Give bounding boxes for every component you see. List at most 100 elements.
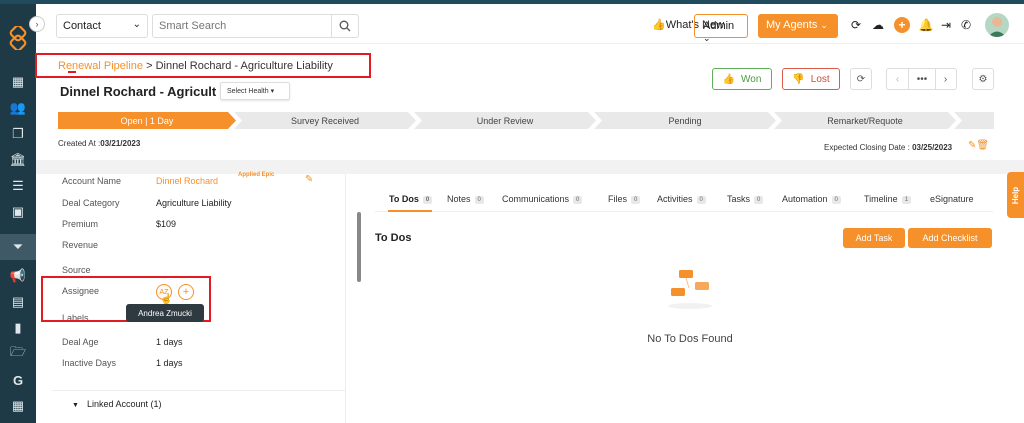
select-health-dropdown[interactable]: Select Health ▾ <box>220 82 290 100</box>
google-icon[interactable]: G <box>8 370 28 390</box>
search-button[interactable] <box>331 14 359 38</box>
tab-label: To Dos <box>389 194 419 204</box>
tab-label: Communications <box>502 194 570 204</box>
admin-select[interactable]: Admin ⌄ <box>694 14 748 43</box>
pipeline-stage-next[interactable] <box>954 112 994 129</box>
tab-label: Automation <box>782 194 828 204</box>
applied-epic-logo: Applied Epic <box>238 172 275 178</box>
pipeline-filter-icon[interactable]: ⏷ <box>0 234 36 260</box>
empty-state-text: No To Dos Found <box>647 333 733 345</box>
created-at: Created At :03/21/2023 <box>58 139 140 148</box>
panel-scrollbar[interactable] <box>357 212 361 282</box>
context-select[interactable]: Contact ⌄ <box>56 14 148 38</box>
tab-timeline[interactable]: Timeline 1 <box>864 194 912 204</box>
section-divider <box>36 160 1024 174</box>
user-avatar[interactable] <box>985 13 1009 37</box>
edit-pencil-icon[interactable]: ✎ <box>305 174 313 185</box>
tab-label: Timeline <box>864 194 898 204</box>
pipeline-stage-open[interactable]: Open | 1 Day <box>58 112 236 129</box>
tab-label: Notes <box>447 194 471 204</box>
tab-activities[interactable]: Activities 0 <box>657 194 706 204</box>
pipeline-stages: Open | 1 Day Survey Received Under Revie… <box>58 112 994 129</box>
caret-down-icon: ▼ <box>72 402 79 409</box>
inactive-days-value: 1 days <box>156 358 183 368</box>
notification-bell-icon[interactable]: 🔔 <box>918 17 934 33</box>
tab-notes[interactable]: Notes 0 <box>447 194 484 204</box>
deal-category-label: Deal Category <box>62 198 120 208</box>
tab-label: Tasks <box>727 194 751 204</box>
chevron-down-icon: ▾ <box>270 88 275 95</box>
help-label: Help <box>1011 186 1020 204</box>
reports-icon[interactable]: ▮ <box>8 318 28 338</box>
empty-state-illustration-icon <box>668 270 712 309</box>
lost-button[interactable]: 👎 Lost <box>782 68 840 90</box>
dashboard-icon[interactable]: ▦ <box>8 72 28 92</box>
deal-category-value: Agriculture Liability <box>156 198 232 208</box>
sync-icon[interactable]: ⟳ <box>848 17 864 33</box>
more-options-button[interactable]: ••• <box>908 68 936 90</box>
expected-closing-date: Expected Closing Date : 03/25/2023 <box>824 143 952 152</box>
tab-files[interactable]: Files 0 <box>608 194 641 204</box>
institution-icon[interactable]: 🏛 <box>8 150 28 170</box>
pipeline-stage-remarket-requote[interactable]: Remarket/Requote <box>774 112 956 129</box>
contacts-icon[interactable]: 👥 <box>8 98 28 118</box>
tab-tasks[interactable]: Tasks 0 <box>727 194 764 204</box>
settings-button[interactable]: ⚙ <box>972 68 994 90</box>
chevron-down-icon: ⌄ <box>132 19 141 30</box>
documents-icon[interactable]: ❐ <box>8 124 28 144</box>
tab-count: 0 <box>474 195 484 204</box>
pipeline-stage-survey-received[interactable]: Survey Received <box>234 112 416 129</box>
smart-search-input[interactable] <box>152 14 332 38</box>
todos-section-title: To Dos <box>375 232 412 244</box>
notes-icon[interactable]: ▤ <box>8 292 28 312</box>
quick-add-plus-icon[interactable]: + <box>894 17 910 33</box>
next-button[interactable]: › <box>935 68 957 90</box>
more-dots-icon: ••• <box>916 73 928 85</box>
breadcrumb-separator: > <box>146 60 153 72</box>
pipeline-stage-pending[interactable]: Pending <box>594 112 776 129</box>
lost-label: Lost <box>810 73 830 85</box>
sidebar-collapse-chevron-icon[interactable]: › <box>29 16 45 32</box>
thumbs-down-icon: 👎 <box>792 73 805 85</box>
help-tab[interactable]: Help <box>1007 172 1024 218</box>
account-name-link[interactable]: Dinnel Rochard <box>156 176 218 186</box>
previous-button[interactable]: ‹ <box>886 68 908 90</box>
won-label: Won <box>741 73 762 85</box>
pipeline-stage-under-review[interactable]: Under Review <box>414 112 596 129</box>
add-checklist-button[interactable]: Add Checklist <box>908 228 992 248</box>
add-task-button[interactable]: Add Task <box>843 228 905 248</box>
list-icon[interactable]: ☰ <box>8 176 28 196</box>
app-logo-icon[interactable] <box>6 26 30 50</box>
deal-age-label: Deal Age <box>62 337 99 347</box>
chevron-left-icon: ‹ <box>895 73 900 85</box>
tab-count: 0 <box>754 195 764 204</box>
stage-label: Remarket/Requote <box>827 115 903 126</box>
deal-age-value: 1 days <box>156 337 183 347</box>
tab-esignature[interactable]: eSignature <box>930 194 974 204</box>
campaign-megaphone-icon[interactable]: 📢 <box>8 266 28 286</box>
top-header: Contact ⌄ 👍What's New Admin ⌄ My Agents … <box>36 4 1024 44</box>
tab-to-dos[interactable]: To Dos 0 <box>389 194 433 204</box>
annotation-red-mark <box>68 71 76 73</box>
hand-cursor-icon: ☝ <box>160 294 173 305</box>
linked-account-section[interactable]: ▼ Linked Account (1) <box>52 390 346 416</box>
logout-icon[interactable]: ⇥ <box>938 17 954 33</box>
sidebar: ▦ 👥 ❐ 🏛 ☰ ▣ ⏷ 📢 ▤ ▮ 🗁 G ▦ <box>0 4 36 423</box>
tab-automation[interactable]: Automation 0 <box>782 194 841 204</box>
folder-icon[interactable]: 🗁 <box>8 344 28 364</box>
calculator-icon[interactable]: ▦ <box>8 396 28 416</box>
admin-label: Admin <box>703 20 735 32</box>
cloud-sync-icon[interactable]: ☁ <box>870 17 886 33</box>
my-agents-button[interactable]: My Agents ⌄ <box>758 14 838 38</box>
premium-value: $109 <box>156 219 177 229</box>
closing-date-value: 03/25/2023 <box>912 143 953 152</box>
trash-icon[interactable]: 🗑 <box>976 140 989 151</box>
contact-card-icon[interactable]: ▣ <box>8 202 28 222</box>
tab-count: 0 <box>422 195 433 204</box>
tab-communications[interactable]: Communications 0 <box>502 194 583 204</box>
refresh-button[interactable]: ⟳ <box>850 68 872 90</box>
phone-icon[interactable]: ✆ <box>958 17 974 33</box>
breadcrumb-current: Dinnel Rochard - Agriculture Liability <box>155 60 333 72</box>
closing-date-label: Expected Closing Date : <box>824 143 910 152</box>
won-button[interactable]: 👍 Won <box>712 68 772 90</box>
